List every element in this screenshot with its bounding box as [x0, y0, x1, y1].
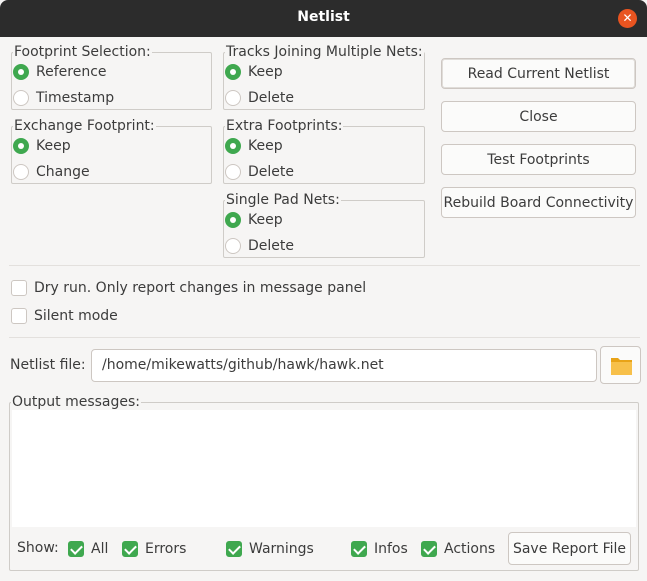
separator — [9, 265, 640, 266]
radio-reference[interactable]: Reference — [13, 62, 107, 82]
radio-reference-label: Reference — [36, 64, 107, 80]
separator — [9, 337, 640, 338]
filter-all-label: All — [91, 541, 109, 557]
close-button[interactable]: Close — [441, 101, 636, 132]
radio-off-icon — [225, 90, 241, 106]
radio-extra-delete-label: Delete — [248, 164, 294, 180]
single-pad-nets-label: Single Pad Nets: — [225, 192, 341, 208]
checkbox-off-icon — [11, 308, 27, 324]
dry-run-label: Dry run. Only report changes in message … — [34, 280, 367, 296]
test-footprints-button[interactable]: Test Footprints — [441, 144, 636, 175]
tracks-joining-label: Tracks Joining Multiple Nets: — [225, 44, 424, 60]
title-bar: Netlist ✕ — [0, 0, 647, 37]
extra-footprints-group: Extra Footprints: Keep Delete — [223, 118, 425, 184]
netlist-file-input[interactable]: /home/mikewatts/github/hawk/hawk.net — [91, 349, 597, 382]
radio-exchange-keep-label: Keep — [36, 138, 71, 154]
read-current-netlist-button[interactable]: Read Current Netlist — [441, 58, 636, 89]
netlist-file-label: Netlist file: — [10, 357, 86, 373]
filter-all-checkbox[interactable]: All — [68, 539, 108, 559]
radio-single-pad-keep-label: Keep — [248, 212, 283, 228]
radio-on-icon — [225, 212, 241, 228]
filter-warnings-checkbox[interactable]: Warnings — [226, 539, 314, 559]
radio-off-icon — [225, 164, 241, 180]
radio-extra-keep[interactable]: Keep — [225, 136, 283, 156]
footprint-selection-label: Footprint Selection: — [13, 44, 152, 60]
checkbox-on-icon — [421, 541, 437, 557]
silent-mode-checkbox[interactable]: Silent mode — [11, 306, 118, 326]
window-title: Netlist — [297, 9, 350, 25]
extra-footprints-label: Extra Footprints: — [225, 118, 344, 134]
filter-actions-label: Actions — [444, 541, 496, 557]
single-pad-nets-group: Single Pad Nets: Keep Delete — [223, 192, 425, 258]
tracks-joining-group: Tracks Joining Multiple Nets: Keep Delet… — [223, 44, 425, 110]
radio-on-icon — [225, 138, 241, 154]
close-icon[interactable]: ✕ — [618, 9, 637, 28]
radio-single-pad-keep[interactable]: Keep — [225, 210, 283, 230]
checkbox-on-icon — [68, 541, 84, 557]
checkbox-off-icon — [11, 280, 27, 296]
output-messages-area[interactable] — [12, 410, 636, 527]
exchange-footprint-label: Exchange Footprint: — [13, 118, 156, 134]
radio-timestamp-label: Timestamp — [36, 90, 115, 106]
radio-tracks-keep-label: Keep — [248, 64, 283, 80]
checkbox-on-icon — [226, 541, 242, 557]
radio-single-pad-delete[interactable]: Delete — [225, 236, 294, 256]
radio-exchange-change-label: Change — [36, 164, 90, 180]
output-messages-group: Output messages: Show: All Errors Warnin… — [9, 394, 639, 571]
filter-warnings-label: Warnings — [249, 541, 314, 557]
radio-timestamp[interactable]: Timestamp — [13, 88, 114, 108]
rebuild-board-connectivity-button[interactable]: Rebuild Board Connectivity — [441, 187, 636, 218]
radio-off-icon — [225, 238, 241, 254]
filter-actions-checkbox[interactable]: Actions — [421, 539, 495, 559]
radio-extra-keep-label: Keep — [248, 138, 283, 154]
radio-exchange-keep[interactable]: Keep — [13, 136, 71, 156]
radio-tracks-delete-label: Delete — [248, 90, 294, 106]
footprint-selection-group: Footprint Selection: Reference Timestamp — [11, 44, 212, 110]
filter-infos-checkbox[interactable]: Infos — [351, 539, 408, 559]
radio-on-icon — [13, 138, 29, 154]
output-messages-label: Output messages: — [11, 394, 142, 410]
radio-off-icon — [13, 164, 29, 180]
show-label: Show: — [17, 540, 59, 556]
filter-infos-label: Infos — [374, 541, 408, 557]
filter-errors-label: Errors — [145, 541, 187, 557]
radio-tracks-delete[interactable]: Delete — [225, 88, 294, 108]
radio-off-icon — [13, 90, 29, 106]
radio-extra-delete[interactable]: Delete — [225, 162, 294, 182]
browse-button[interactable] — [600, 346, 641, 384]
silent-mode-label: Silent mode — [34, 308, 118, 324]
radio-on-icon — [13, 64, 29, 80]
radio-single-pad-delete-label: Delete — [248, 238, 294, 254]
exchange-footprint-group: Exchange Footprint: Keep Change — [11, 118, 212, 184]
dry-run-checkbox[interactable]: Dry run. Only report changes in message … — [11, 278, 366, 298]
save-report-file-button[interactable]: Save Report File — [508, 532, 631, 565]
filter-errors-checkbox[interactable]: Errors — [122, 539, 186, 559]
checkbox-on-icon — [351, 541, 367, 557]
radio-exchange-change[interactable]: Change — [13, 162, 90, 182]
folder-icon — [611, 358, 632, 375]
checkbox-on-icon — [122, 541, 138, 557]
radio-on-icon — [225, 64, 241, 80]
radio-tracks-keep[interactable]: Keep — [225, 62, 283, 82]
